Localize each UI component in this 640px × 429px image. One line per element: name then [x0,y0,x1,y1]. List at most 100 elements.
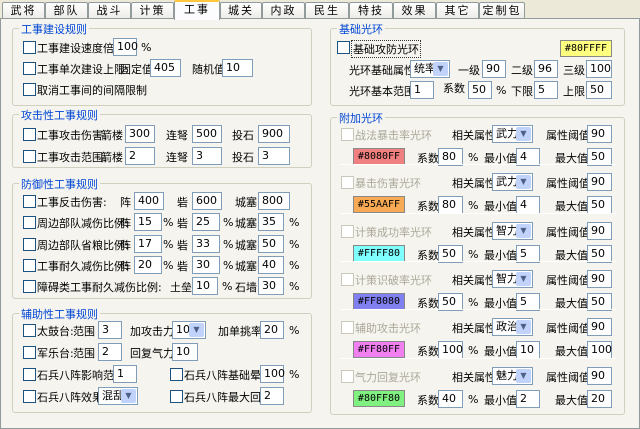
chevron-down-icon[interactable]: ▼ [516,175,531,190]
aura-color-button[interactable]: #55AAFF [353,196,405,214]
aura-attr-select[interactable]: 智力 ▼ [492,269,533,288]
aura-attr-select[interactable]: 智力 ▼ [492,221,533,240]
max-input[interactable]: 50 [587,292,612,311]
chevron-down-icon[interactable]: ▼ [189,323,204,337]
attack-damage-checkbox[interactable] [23,128,36,141]
castle-input[interactable]: 35 [258,213,284,232]
aura-checkbox[interactable] [341,369,354,383]
base-aura-color-button[interactable]: #80FFFF [560,40,612,57]
music-range-input[interactable]: 2 [98,343,122,361]
threshold-input[interactable]: 90 [587,221,612,240]
aura-attr-select[interactable]: 魅力 ▼ [492,366,533,385]
aura-color-button[interactable]: #8080FF [353,148,405,165]
stone-max-input[interactable]: 2 [260,387,284,405]
single-input[interactable]: 20 [260,321,284,339]
min-input[interactable]: 5 [516,244,540,263]
lv1-input[interactable]: 90 [482,60,506,78]
aura-color-button[interactable]: #80FF80 [353,389,405,407]
tab-6[interactable]: 内政 [262,2,305,19]
tab-9[interactable]: 效果 [393,2,436,19]
base-coef-input[interactable]: 50 [468,81,492,99]
tab-8[interactable]: 特技 [349,2,393,19]
music-checkbox[interactable] [23,346,36,359]
aura-checkbox[interactable] [341,176,354,190]
coef-input[interactable]: 40 [438,389,463,408]
drum-checkbox[interactable] [23,324,36,337]
aura-checkbox[interactable] [341,272,354,286]
stone-effect-select[interactable]: 混乱 ▼ [98,387,138,405]
earthwork-input[interactable]: 10 [192,277,218,295]
atk-select[interactable]: 10%▼ [172,321,206,339]
aura-checkbox[interactable] [341,224,354,238]
speed-checkbox[interactable] [23,41,36,54]
lv3-input[interactable]: 100 [586,60,612,78]
coef-input[interactable]: 50 [438,244,463,263]
stone-effect-checkbox[interactable] [23,390,36,403]
stone-range-input[interactable]: 1 [113,365,137,383]
aura-attr-select[interactable]: 武力 ▼ [492,125,533,143]
tab-2[interactable]: 战斗 [88,2,131,19]
min-input[interactable]: 2 [516,389,540,408]
threshold-input[interactable]: 90 [587,173,612,192]
min-input[interactable]: 5 [516,292,540,311]
stone-range-checkbox[interactable] [23,368,36,381]
coef-input[interactable]: 50 [438,292,463,311]
stone-base-input[interactable]: 100 [260,365,285,383]
base-min-input[interactable]: 5 [534,81,558,99]
crossbow-damage-input[interactable]: 500 [192,125,222,143]
chevron-down-icon[interactable]: ▼ [516,127,531,141]
max-input[interactable]: 50 [587,148,612,166]
castle-input[interactable]: 50 [258,234,284,253]
attack-range-checkbox[interactable] [23,150,36,163]
formation-input[interactable]: 20 [134,255,162,274]
max-input[interactable]: 100 [587,341,612,360]
aura-color-button[interactable]: #FF8080 [353,292,405,310]
threshold-input[interactable]: 90 [587,366,612,385]
chevron-down-icon[interactable]: ▼ [121,389,136,403]
tab-1[interactable]: 部队 [45,2,88,19]
threshold-input[interactable]: 90 [587,269,612,288]
tower-damage-input[interactable]: 300 [125,125,155,143]
tab-3[interactable]: 计策 [131,2,174,19]
tab-7[interactable]: 民生 [305,2,349,19]
max-input[interactable]: 50 [587,244,612,263]
aura-color-button[interactable]: #FFFF80 [353,244,405,262]
coef-input[interactable]: 80 [438,148,463,166]
base-range-input[interactable]: 1 [410,81,434,99]
chevron-down-icon[interactable]: ▼ [516,368,531,383]
morale-input[interactable]: 10 [172,343,198,361]
chevron-down-icon[interactable]: ▼ [433,62,448,76]
crossbow-range-input[interactable]: 3 [192,147,222,165]
lv2-input[interactable]: 96 [534,60,558,78]
base-attr-select[interactable]: 统率 ▼ [410,60,450,78]
tab-10[interactable]: 其它 [436,2,479,19]
cancel-interval-checkbox[interactable] [23,83,36,96]
tab-4[interactable]: 工事 [174,0,220,20]
catapult-range-input[interactable]: 3 [258,147,290,165]
defense-row-checkbox[interactable] [23,237,36,251]
defense-row-checkbox[interactable] [23,195,36,208]
threshold-input[interactable]: 90 [587,125,612,143]
fort-input[interactable]: 30 [192,255,220,274]
speed-input[interactable]: 100 [113,38,138,56]
min-input[interactable]: 4 [516,148,540,166]
max-input[interactable]: 50 [587,196,612,215]
castle-input[interactable]: 40 [258,255,284,274]
coef-input[interactable]: 80 [438,196,463,215]
tab-0[interactable]: 武将 [2,2,45,19]
drum-range-input[interactable]: 3 [98,321,122,339]
fort-input[interactable]: 600 [192,192,222,210]
formation-input[interactable]: 400 [134,192,164,210]
stonewall-input[interactable]: 30 [258,277,284,295]
formation-input[interactable]: 17 [134,234,162,253]
random-input[interactable]: 10 [222,59,253,77]
stone-base-checkbox[interactable] [170,368,183,381]
aura-color-button[interactable]: #FF80FF [353,341,405,359]
defense-row-checkbox[interactable] [23,258,36,272]
chevron-down-icon[interactable]: ▼ [516,320,531,335]
barrier-checkbox[interactable] [23,280,36,293]
defense-row-checkbox[interactable] [23,216,36,230]
max-input[interactable]: 20 [587,389,612,408]
fort-input[interactable]: 25 [192,213,220,232]
aura-checkbox[interactable] [341,128,354,141]
